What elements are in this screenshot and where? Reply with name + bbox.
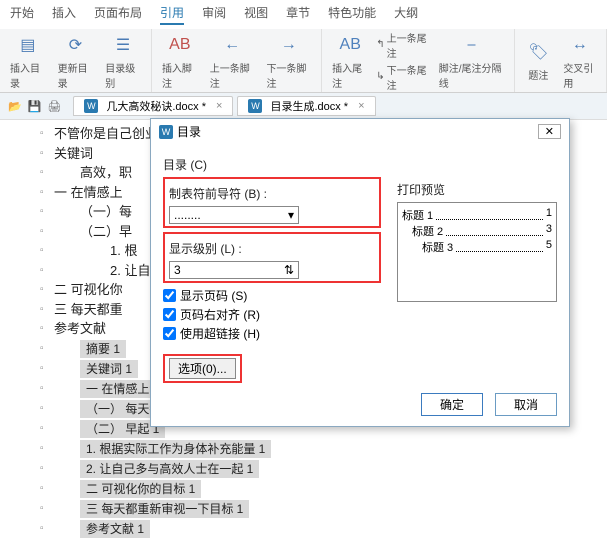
separator-icon: ⎯ <box>459 32 485 58</box>
prev-endnote-button[interactable]: ↰ 上一条尾注 <box>376 30 430 60</box>
next-endnote-button[interactable]: ↳ 下一条尾注 <box>376 62 430 92</box>
footnote-icon: AB <box>167 32 193 58</box>
ok-button[interactable]: 确定 <box>421 393 483 416</box>
preview-line: 标题 35 <box>402 239 552 255</box>
preview-box: 标题 11标题 23标题 35 <box>397 202 557 302</box>
ribbon-tab[interactable]: 大纲 <box>394 4 418 25</box>
ribbon-tab[interactable]: 页面布局 <box>94 4 142 25</box>
ribbon-tab[interactable]: 引用 <box>160 4 184 25</box>
toc-entry[interactable]: 参考文献 1 <box>80 520 150 538</box>
preview-line: 标题 23 <box>402 223 552 239</box>
insert-endnote-button[interactable]: AB插入尾注 <box>328 30 372 92</box>
preview-line: 标题 11 <box>402 207 552 223</box>
insert-toc-button[interactable]: ▤插入目录 <box>6 30 50 92</box>
ribbon-tabs: 开始插入页面布局引用审阅视图章节特色功能大纲 <box>0 0 607 29</box>
ribbon-tab[interactable]: 开始 <box>10 4 34 25</box>
crossref-icon: ↔ <box>567 32 593 58</box>
toc-entry[interactable]: 摘要 1 <box>80 340 126 358</box>
quick-access: 📂 💾 🖨 W几大高效秘诀.docx * ×W目录生成.docx * × <box>0 93 607 120</box>
next-footnote-button[interactable]: →下一条脚注 <box>262 30 315 92</box>
prev-footnote-button[interactable]: ←上一条脚注 <box>206 30 259 92</box>
toc-dialog: W 目录 ✕ 目录 (C) 制表符前导符 (B) : ........▾ 显示级… <box>150 118 570 427</box>
level-icon: ☰ <box>110 32 136 58</box>
refresh-icon: ⟳ <box>62 32 88 58</box>
caption-button[interactable]: 🏷题注 <box>521 37 555 84</box>
hyperlink-check[interactable]: 使用超链接 (H) <box>163 325 381 342</box>
ribbon-tab[interactable]: 视图 <box>244 4 268 25</box>
insert-footnote-button[interactable]: AB插入脚注 <box>158 30 202 92</box>
dialog-app-icon: W <box>159 125 173 139</box>
leader-combo[interactable]: ........▾ <box>169 206 299 224</box>
toc-entry[interactable]: 二 可视化你的目标 1 <box>80 480 201 498</box>
document-tab[interactable]: W几大高效秘诀.docx * × <box>73 96 233 116</box>
level-group: 显示级别 (L) : 3⇅ <box>163 232 381 283</box>
endnote-icon: AB <box>337 32 363 58</box>
document-tab[interactable]: W目录生成.docx * × <box>237 96 375 116</box>
preview-label: 打印预览 <box>397 181 557 198</box>
ribbon-tab[interactable]: 插入 <box>52 4 76 25</box>
next-icon: → <box>276 32 302 58</box>
options-group: 选项(0)... <box>163 354 242 383</box>
caption-icon: 🏷 <box>525 39 551 65</box>
options-button[interactable]: 选项(0)... <box>169 358 236 379</box>
toc-entry[interactable]: 关键词 1 <box>80 360 138 378</box>
toc-entry[interactable]: 2. 让自己多与高效人士在一起 1 <box>80 460 259 478</box>
dialog-title: 目录 <box>177 123 201 140</box>
ribbon-tab[interactable]: 章节 <box>286 4 310 25</box>
cross-ref-button[interactable]: ↔交叉引用 <box>559 30 600 92</box>
prev-icon: ← <box>219 32 245 58</box>
save-icon[interactable]: 💾 <box>28 100 42 113</box>
print-icon[interactable]: 🖨 <box>47 100 61 113</box>
close-icon[interactable]: ✕ <box>538 124 561 139</box>
ribbon-tab[interactable]: 审阅 <box>202 4 226 25</box>
toc-entry[interactable]: 三 每天都重新审视一下目标 1 <box>80 500 249 518</box>
right-align-check[interactable]: 页码右对齐 (R) <box>163 306 381 323</box>
toc-icon: ▤ <box>15 32 41 58</box>
stepper-icon: ⇅ <box>284 263 294 277</box>
leader-group: 制表符前导符 (B) : ........▾ <box>163 177 381 228</box>
cancel-button[interactable]: 取消 <box>495 393 557 416</box>
toc-entry[interactable]: 1. 根据实际工作为身体补充能量 1 <box>80 440 271 458</box>
ribbon: ▤插入目录 ⟳更新目录 ☰目录级别 AB插入脚注 ←上一条脚注 →下一条脚注 A… <box>0 29 607 93</box>
note-separator-button[interactable]: ⎯脚注/尾注分隔线 <box>435 30 509 92</box>
level-spin[interactable]: 3⇅ <box>169 261 299 279</box>
toc-level-button[interactable]: ☰目录级别 <box>101 30 145 92</box>
show-page-check[interactable]: 显示页码 (S) <box>163 287 381 304</box>
level-label: 显示级别 (L) : <box>169 240 375 257</box>
update-toc-button[interactable]: ⟳更新目录 <box>54 30 98 92</box>
ribbon-tab[interactable]: 特色功能 <box>328 4 376 25</box>
section-label: 目录 (C) <box>163 156 557 173</box>
chevron-down-icon: ▾ <box>288 208 294 222</box>
open-icon[interactable]: 📂 <box>8 100 22 113</box>
leader-label: 制表符前导符 (B) : <box>169 185 375 202</box>
